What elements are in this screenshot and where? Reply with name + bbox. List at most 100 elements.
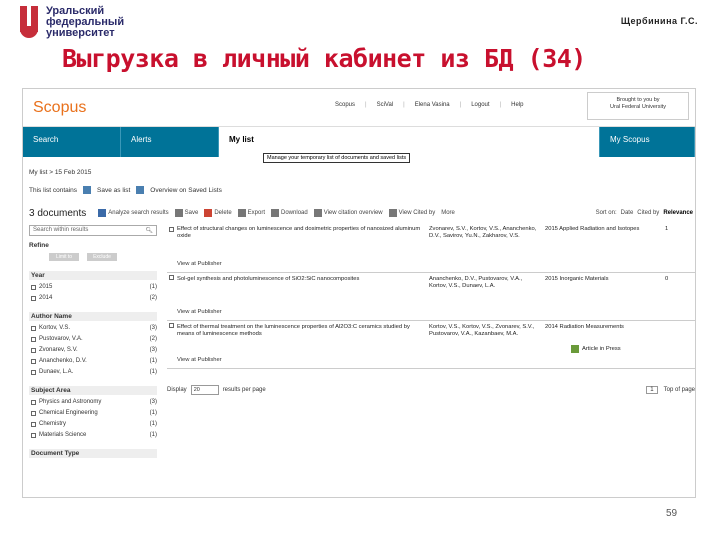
article-in-press-badge[interactable]: Article in Press (571, 345, 621, 353)
view-at-publisher-link[interactable]: View at Publisher (177, 261, 222, 267)
my-list-tooltip: Manage your temporary list of documents … (263, 153, 411, 163)
scrollbar[interactable] (695, 89, 696, 498)
view-at-publisher-link[interactable]: View at Publisher (177, 357, 222, 363)
facet-author: Author Name Kortov, V.S. (3) Pustovarov, … (29, 312, 157, 376)
result-title[interactable]: Effect of thermal treatment on the lumin… (177, 324, 421, 338)
nav-scival[interactable]: SciVal (375, 102, 396, 108)
pager: 1 Top of page (646, 386, 695, 394)
nav-user[interactable]: Elena Vasina (413, 102, 452, 108)
sort-date[interactable]: Date (621, 210, 634, 216)
facet-checkbox[interactable] (31, 370, 36, 375)
facet-item[interactable]: Chemistry (1) (29, 421, 157, 428)
tab-my-scopus[interactable]: My Scopus (599, 127, 695, 157)
facet-subject: Subject Area Physics and Astronomy (3) Ch… (29, 386, 157, 439)
facet-checkbox[interactable] (31, 348, 36, 353)
result-cited: 0 (665, 276, 669, 282)
sort-relevance[interactable]: Relevance (663, 210, 693, 216)
facet-doctype: Document Type (29, 449, 157, 458)
view-at-publisher-link[interactable]: View at Publisher (177, 309, 222, 315)
facet-checkbox[interactable] (31, 326, 36, 331)
facet-item[interactable]: 2015 (1) (29, 284, 157, 291)
export-button[interactable]: Export (248, 210, 265, 216)
facet-count: (1) (149, 369, 157, 375)
facet-label: Chemical Engineering (39, 410, 98, 416)
result-title[interactable]: Sol-gel synthesis and photoluminescence … (177, 276, 421, 283)
facet-item[interactable]: Ananchenko, D.V. (1) (29, 358, 157, 365)
slide-title: Выгрузка в личный кабинет из БД (34) (62, 44, 586, 73)
analyze-results-link[interactable]: Analyze search results (108, 210, 168, 216)
facet-checkbox[interactable] (31, 433, 36, 438)
nav-logout[interactable]: Logout (469, 102, 491, 108)
results-toolbar: 3 documents Analyze search results Save … (29, 206, 693, 220)
institution-box: Brought to you by Ural Federal Universit… (587, 92, 689, 120)
facet-checkbox[interactable] (31, 422, 36, 427)
facet-item[interactable]: Chemical Engineering (1) (29, 410, 157, 417)
results-per-page-select[interactable]: 20 (190, 385, 219, 395)
display-label: Display (167, 387, 187, 393)
sort-cited-by[interactable]: Cited by (637, 210, 659, 216)
slide-page-number: 59 (666, 508, 678, 519)
list-date: My list > 15 Feb 2015 (29, 169, 92, 176)
facet-checkbox[interactable] (31, 400, 36, 405)
facet-label: Materials Science (39, 432, 87, 438)
page-number[interactable]: 1 (646, 386, 658, 394)
search-icon[interactable]: 🔍︎ (145, 227, 153, 234)
export-icon (237, 209, 246, 217)
cited-by-icon (388, 209, 397, 217)
result-row: Effect of thermal treatment on the lumin… (167, 321, 695, 369)
tab-alerts[interactable]: Alerts (121, 127, 219, 157)
result-cited: 1 (665, 226, 669, 232)
result-checkbox[interactable] (169, 275, 174, 280)
facet-item[interactable]: Zvonarev, S.V. (3) (29, 347, 157, 354)
scopus-screenshot: Scopus Scopus | SciVal | Elena Vasina | Log… (22, 88, 696, 498)
overview-lists-link[interactable]: Overview on Saved Lists (150, 187, 222, 194)
results-per-page-label: results per page (222, 387, 266, 393)
facet-count: (2) (149, 295, 157, 301)
facet-year-heading: Year (29, 271, 157, 280)
result-authors: Ananchenko, D.V., Pustovarov, V.A., Kort… (429, 276, 523, 289)
display-bar: Display 20 results per page 1 Top of pag… (167, 385, 695, 395)
more-button[interactable]: More (441, 210, 455, 216)
result-checkbox[interactable] (169, 323, 174, 328)
search-within-input[interactable]: Search within results 🔍︎ (29, 225, 157, 236)
document-count: 3 documents (29, 207, 87, 219)
save-as-list-link[interactable]: Save as list (97, 187, 130, 194)
result-authors: Zvonarev, S.V., Kortov, V.S., Ananchenko… (429, 226, 537, 239)
facet-checkbox[interactable] (31, 411, 36, 416)
facet-count: (3) (149, 399, 157, 405)
limit-to-button[interactable]: Limit to (49, 253, 79, 261)
facet-checkbox[interactable] (31, 337, 36, 342)
facet-label: Zvonarev, S.V. (39, 347, 78, 353)
save-button[interactable]: Save (185, 210, 199, 216)
nav-help[interactable]: Help (509, 102, 525, 108)
facet-checkbox[interactable] (31, 359, 36, 364)
cited-by-button[interactable]: View Cited by (399, 210, 436, 216)
top-of-page-link[interactable]: Top of page (664, 387, 695, 393)
facet-item[interactable]: Dunaev, L.A. (1) (29, 369, 157, 376)
download-button[interactable]: Download (281, 210, 308, 216)
facet-item[interactable]: Materials Science (1) (29, 432, 157, 439)
citation-overview-icon (313, 209, 322, 217)
result-checkbox[interactable] (169, 227, 174, 232)
facet-count: (1) (149, 410, 157, 416)
facet-label: Ananchenko, D.V. (39, 358, 87, 364)
analyze-icon (98, 209, 107, 217)
facet-label: Dunaev, L.A. (39, 369, 74, 375)
facet-item[interactable]: Physics and Astronomy (3) (29, 399, 157, 406)
nav-scopus[interactable]: Scopus (333, 102, 357, 108)
facet-count: (3) (149, 347, 157, 353)
exclude-button[interactable]: Exclude (87, 253, 117, 261)
delete-button[interactable]: Delete (214, 210, 231, 216)
save-list-icon (83, 186, 92, 194)
facet-checkbox[interactable] (31, 285, 36, 290)
result-title[interactable]: Effect of structural changes on luminesc… (177, 226, 421, 240)
facet-item[interactable]: Pustovarov, V.A. (2) (29, 336, 157, 343)
facet-subject-heading: Subject Area (29, 386, 157, 395)
facet-item[interactable]: Kortov, V.S. (3) (29, 325, 157, 332)
citation-overview-button[interactable]: View citation overview (324, 210, 383, 216)
facet-item[interactable]: 2014 (2) (29, 295, 157, 302)
urfu-logo-mark (20, 6, 40, 40)
facet-checkbox[interactable] (31, 296, 36, 301)
tab-search[interactable]: Search (23, 127, 121, 157)
scopus-logo[interactable]: Scopus (33, 99, 86, 117)
